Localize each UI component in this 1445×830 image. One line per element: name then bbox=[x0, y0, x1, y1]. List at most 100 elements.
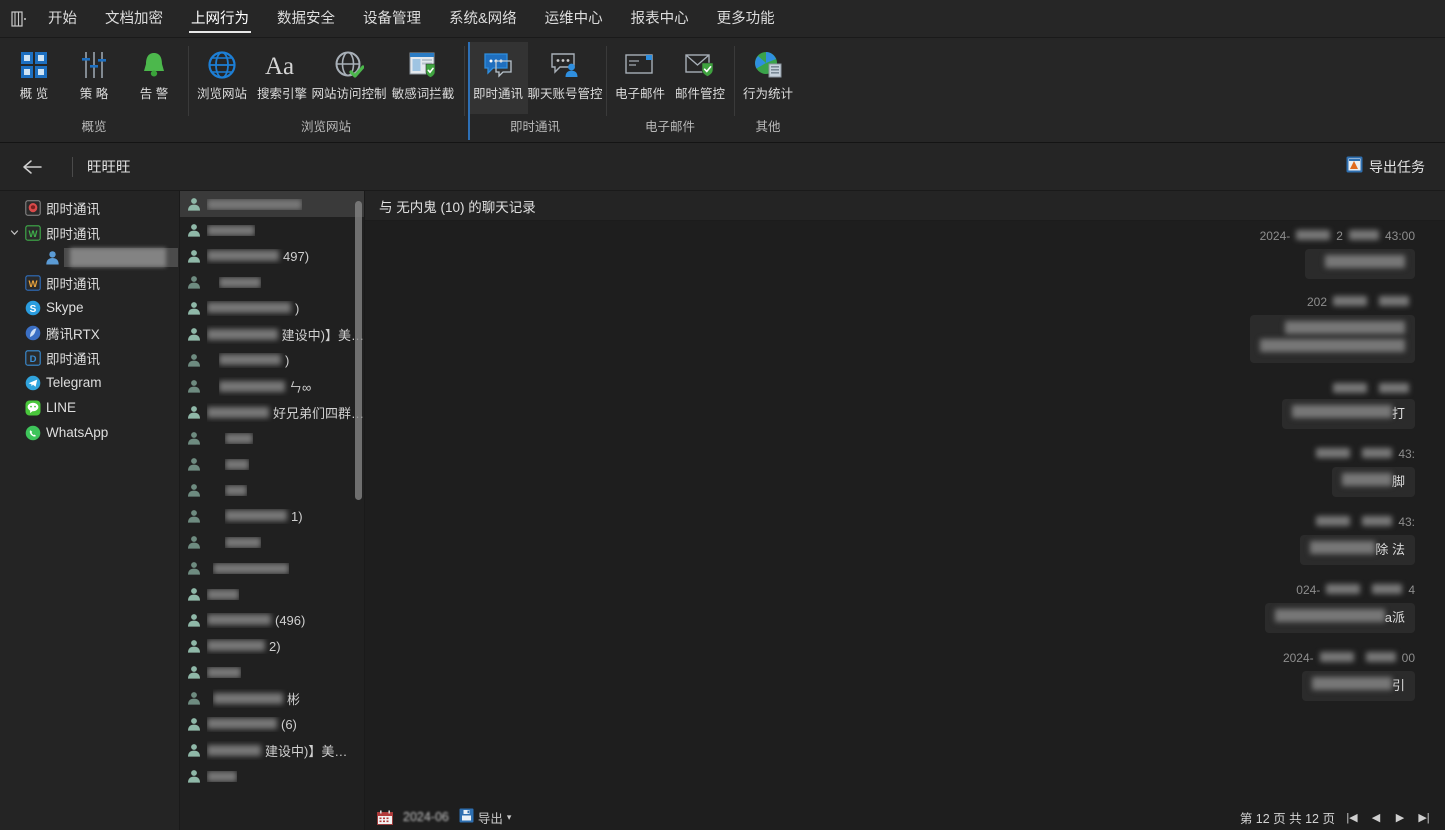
sidebar-item-7[interactable]: Telegram bbox=[0, 370, 179, 395]
page-indicator: 第 12 页 共 12 页 bbox=[1239, 811, 1335, 826]
ribbon-button-mail[interactable]: 电子邮件 bbox=[610, 42, 670, 114]
wechat-icon: W bbox=[22, 224, 44, 241]
sidebar-item-6[interactable]: D 即时通讯 bbox=[0, 345, 179, 370]
export-label: 导出 bbox=[477, 811, 503, 826]
back-arrow-icon[interactable] bbox=[14, 149, 50, 185]
last-page-icon[interactable]: ▶| bbox=[1415, 808, 1433, 826]
app-menu-icon[interactable] bbox=[0, 10, 34, 27]
chat-message-bubble[interactable]: 引 bbox=[1301, 671, 1415, 701]
sidebar-item-3[interactable]: W 即时通讯 bbox=[0, 270, 179, 295]
redacted-timestamp-part bbox=[1372, 584, 1403, 594]
contact-list-item[interactable] bbox=[180, 269, 364, 295]
ribbon-button-bell-alert[interactable]: 告 警 bbox=[124, 42, 184, 114]
menu-item-6[interactable]: 运维中心 bbox=[531, 0, 617, 38]
chat-message-bubble[interactable]: 除 法 bbox=[1300, 535, 1415, 565]
sidebar-item-9[interactable]: WhatsApp bbox=[0, 420, 179, 445]
export-button[interactable]: 导出 ▾ bbox=[459, 808, 512, 827]
chat-message-line: 引 bbox=[1311, 677, 1405, 695]
sidebar-item-0[interactable]: 即时通讯 bbox=[0, 195, 179, 220]
contact-list-item[interactable]: ) bbox=[180, 295, 364, 321]
sidebar-item-label: 即时通讯 bbox=[46, 351, 100, 367]
sidebar-item-5[interactable]: 腾讯RTX bbox=[0, 320, 179, 345]
contact-list-item[interactable] bbox=[180, 425, 364, 451]
sidebar-item-1[interactable]: W 即时通讯 bbox=[0, 220, 179, 245]
contact-list-item[interactable]: 2) bbox=[180, 633, 364, 659]
contact-avatar-icon bbox=[186, 405, 202, 419]
contact-list-item[interactable]: (6) bbox=[180, 711, 364, 737]
menu-item-3[interactable]: 数据安全 bbox=[263, 0, 349, 38]
contact-list-item[interactable]: ㄣ∞ bbox=[180, 373, 364, 399]
ribbon-button-globe-browse[interactable]: 浏览网站 bbox=[192, 42, 252, 114]
contact-list-item[interactable] bbox=[180, 451, 364, 477]
menu-item-8[interactable]: 更多功能 bbox=[703, 0, 789, 38]
ribbon-button-label: 浏览网站 bbox=[196, 87, 247, 101]
ribbon-button-pie-chart[interactable]: 行为统计 bbox=[738, 42, 798, 114]
mail-icon bbox=[625, 48, 655, 82]
chat-message-bubble[interactable] bbox=[1250, 315, 1415, 363]
chat-message-bubble[interactable]: 脚 bbox=[1331, 467, 1415, 497]
ribbon-button-label: 聊天账号管控 bbox=[527, 87, 603, 101]
chat-message: 43: 除 法 bbox=[395, 515, 1415, 565]
contact-list-item[interactable]: 建设中)】美… bbox=[180, 737, 364, 763]
contact-list-item[interactable]: ) bbox=[180, 347, 364, 373]
menu-item-4[interactable]: 设备管理 bbox=[349, 0, 435, 38]
chevron-down-icon[interactable] bbox=[6, 228, 22, 237]
redacted-contact-name bbox=[207, 744, 261, 756]
chat-message-bubble[interactable]: a派 bbox=[1264, 603, 1415, 633]
menu-item-5[interactable]: 系统&网络 bbox=[435, 0, 531, 38]
sidebar-item-label: 腾讯RTX bbox=[46, 326, 100, 342]
menu-item-1[interactable]: 文档加密 bbox=[91, 0, 177, 38]
chat-message-bubble[interactable] bbox=[1305, 249, 1415, 279]
export-dropdown-caret[interactable]: ▾ bbox=[507, 812, 512, 823]
contact-list-item[interactable]: 建设中)】美… bbox=[180, 321, 364, 347]
contact-list-item[interactable]: 497) bbox=[180, 243, 364, 269]
menu-item-0[interactable]: 开始 bbox=[34, 0, 91, 38]
scrollbar-thumb[interactable] bbox=[355, 201, 362, 500]
prev-page-icon[interactable]: ◀ bbox=[1367, 808, 1385, 826]
contact-list-item[interactable] bbox=[180, 555, 364, 581]
contact-list-item[interactable] bbox=[180, 477, 364, 503]
ribbon-button-label: 告 警 bbox=[139, 87, 169, 101]
ribbon-button-font-Aa[interactable]: Aa 搜索引擎 bbox=[252, 42, 312, 114]
ribbon-button-chat-bubble[interactable]: 即时通讯 bbox=[468, 42, 528, 140]
export-task-button[interactable]: 导出任务 bbox=[1346, 156, 1431, 178]
contact-avatar-icon bbox=[186, 509, 202, 523]
ribbon-button-label: 网站访问控制 bbox=[311, 87, 387, 101]
menu-item-2[interactable]: 上网行为 bbox=[177, 0, 263, 38]
calendar-icon[interactable] bbox=[377, 810, 393, 825]
chat-message-bubble[interactable]: 打 bbox=[1281, 399, 1415, 429]
contact-list-item[interactable]: 1) bbox=[180, 503, 364, 529]
chat-message-line: 除 法 bbox=[1310, 541, 1405, 559]
ribbon-button-mail-shield[interactable]: 邮件管控 bbox=[670, 42, 730, 114]
sidebar-item-8[interactable]: LINE bbox=[0, 395, 179, 420]
ribbon-group-1: 浏览网站 Aa 搜索引擎 网站访问控制 敏感词拦截 浏览网站 bbox=[188, 38, 464, 142]
redacted-contact-name bbox=[213, 562, 289, 574]
redacted-timestamp-part bbox=[1316, 516, 1351, 526]
contact-list-item[interactable] bbox=[180, 581, 364, 607]
ribbon-button-chat-user[interactable]: 聊天账号管控 bbox=[527, 42, 603, 114]
menu-item-7[interactable]: 报表中心 bbox=[617, 0, 703, 38]
ribbon-button-window-shield[interactable]: 敏感词拦截 bbox=[386, 42, 460, 114]
contact-list-item[interactable] bbox=[180, 763, 364, 789]
contact-list-item[interactable] bbox=[180, 659, 364, 685]
redacted-timestamp-part bbox=[1319, 652, 1354, 662]
contact-list-item[interactable] bbox=[180, 529, 364, 555]
ribbon-button-globe-check[interactable]: 网站访问控制 bbox=[311, 42, 387, 114]
timestamp-date: 2024- bbox=[1259, 229, 1291, 243]
date-range-value[interactable]: 2024-06 bbox=[403, 810, 449, 824]
ribbon-button-sliders-policy[interactable]: 策 略 bbox=[64, 42, 124, 114]
chat-message-list[interactable]: 2024- 2 43:00 202 打 43: 脚 43: 除 法 024- 4 a派 2024- 00 引 bbox=[365, 221, 1445, 804]
next-page-icon[interactable]: ▶ bbox=[1391, 808, 1409, 826]
contact-list-item[interactable]: 彬 bbox=[180, 685, 364, 711]
contact-list-item[interactable]: (496) bbox=[180, 607, 364, 633]
sidebar-item-4[interactable]: S Skype bbox=[0, 295, 179, 320]
sidebar-item-2[interactable] bbox=[0, 245, 179, 270]
first-page-icon[interactable]: |◀ bbox=[1343, 808, 1361, 826]
telegram-icon bbox=[22, 375, 44, 391]
contact-list-item[interactable] bbox=[180, 191, 364, 217]
contact-name: ) bbox=[219, 353, 289, 368]
contact-list-item[interactable]: 好兄弟们四群… bbox=[180, 399, 364, 425]
ribbon-button-grid-overview[interactable]: 概 览 bbox=[4, 42, 64, 114]
contact-list-item[interactable] bbox=[180, 217, 364, 243]
contact-list-scrollbar[interactable] bbox=[355, 195, 362, 830]
